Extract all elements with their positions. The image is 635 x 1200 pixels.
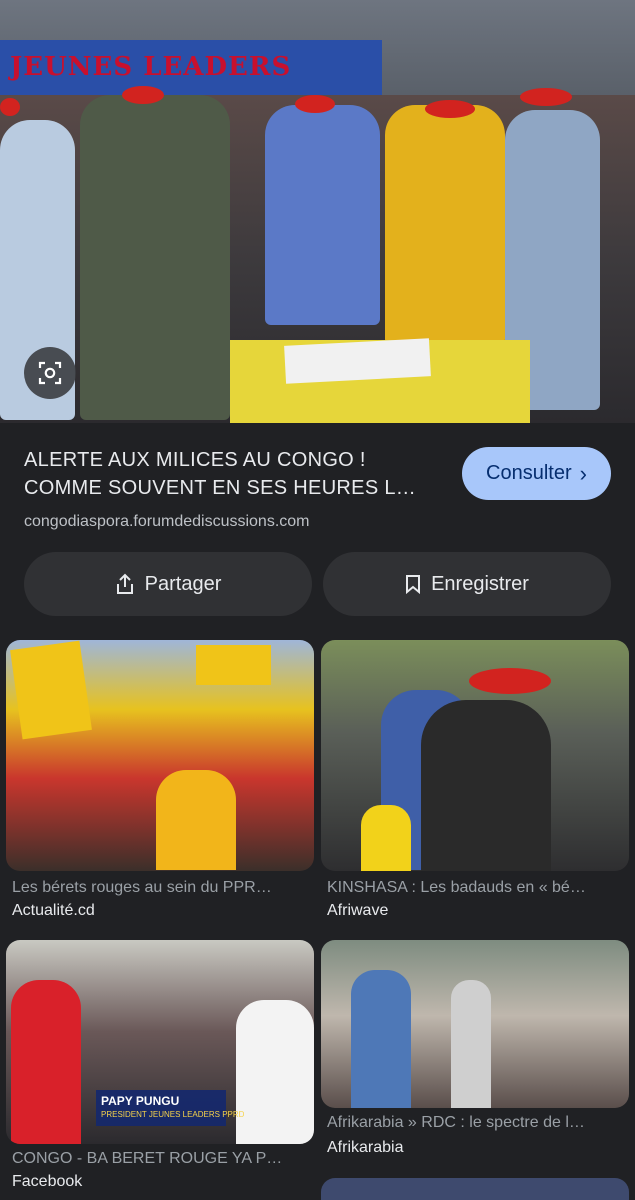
chevron-right-icon: › — [579, 460, 587, 486]
related-caption: Afrikarabia » RDC : le spectre de l… — [327, 1114, 585, 1131]
overlay-name: PAPY PUNGU — [101, 1094, 180, 1108]
red-beret — [122, 86, 164, 104]
share-button[interactable]: Partager — [24, 552, 312, 616]
lens-button[interactable] — [24, 347, 76, 399]
next-thumbnail-peek[interactable] — [321, 1178, 629, 1200]
red-beret — [0, 98, 20, 116]
consult-button[interactable]: Consulter › — [462, 447, 611, 500]
related-thumbnail — [6, 640, 314, 871]
person — [351, 970, 411, 1108]
main-image[interactable]: JEUNES LEADERS — [0, 0, 635, 423]
related-thumbnail — [321, 940, 629, 1108]
person — [265, 105, 380, 325]
result-domain[interactable]: congodiaspora.forumdediscussions.com — [24, 513, 309, 531]
person — [421, 700, 551, 871]
result-title[interactable]: ALERTE AUX MILICES AU CONGO ! COMME SOUV… — [24, 446, 444, 502]
related-caption: Les bérets rouges au sein du PPR… — [12, 879, 272, 896]
related-source: Afrikarabia — [327, 1139, 404, 1156]
red-beret — [295, 95, 335, 113]
consult-label: Consulter — [486, 462, 572, 484]
person — [156, 770, 236, 870]
red-beret — [469, 668, 551, 694]
related-source: Afriwave — [327, 902, 389, 919]
bookmark-icon — [406, 575, 421, 594]
share-label: Partager — [144, 572, 222, 595]
person — [80, 95, 230, 420]
person — [11, 980, 81, 1144]
related-thumbnail: PAPY PUNGU PRESIDENT JEUNES LEADERS PPRD — [6, 940, 314, 1144]
save-button[interactable]: Enregistrer — [323, 552, 611, 616]
person — [236, 1000, 314, 1144]
related-source: Actualité.cd — [12, 902, 95, 919]
share-icon — [116, 573, 133, 594]
flag — [196, 645, 271, 685]
red-beret — [520, 88, 572, 106]
banner-text: JEUNES LEADERS — [10, 52, 292, 82]
flag — [10, 640, 92, 740]
save-label: Enregistrer — [431, 572, 529, 595]
lens-icon — [38, 361, 62, 385]
overlay-role: PRESIDENT JEUNES LEADERS PPRD — [101, 1110, 245, 1119]
related-caption: CONGO - BA BERET ROUGE YA P… — [12, 1150, 283, 1167]
related-thumbnail — [321, 640, 629, 871]
person — [385, 105, 505, 345]
paper — [284, 338, 431, 384]
related-caption: KINSHASA : Les badauds en « bé… — [327, 879, 586, 896]
related-source: Facebook — [12, 1173, 83, 1190]
person — [451, 980, 491, 1108]
red-beret — [425, 100, 475, 118]
chair — [361, 805, 411, 871]
